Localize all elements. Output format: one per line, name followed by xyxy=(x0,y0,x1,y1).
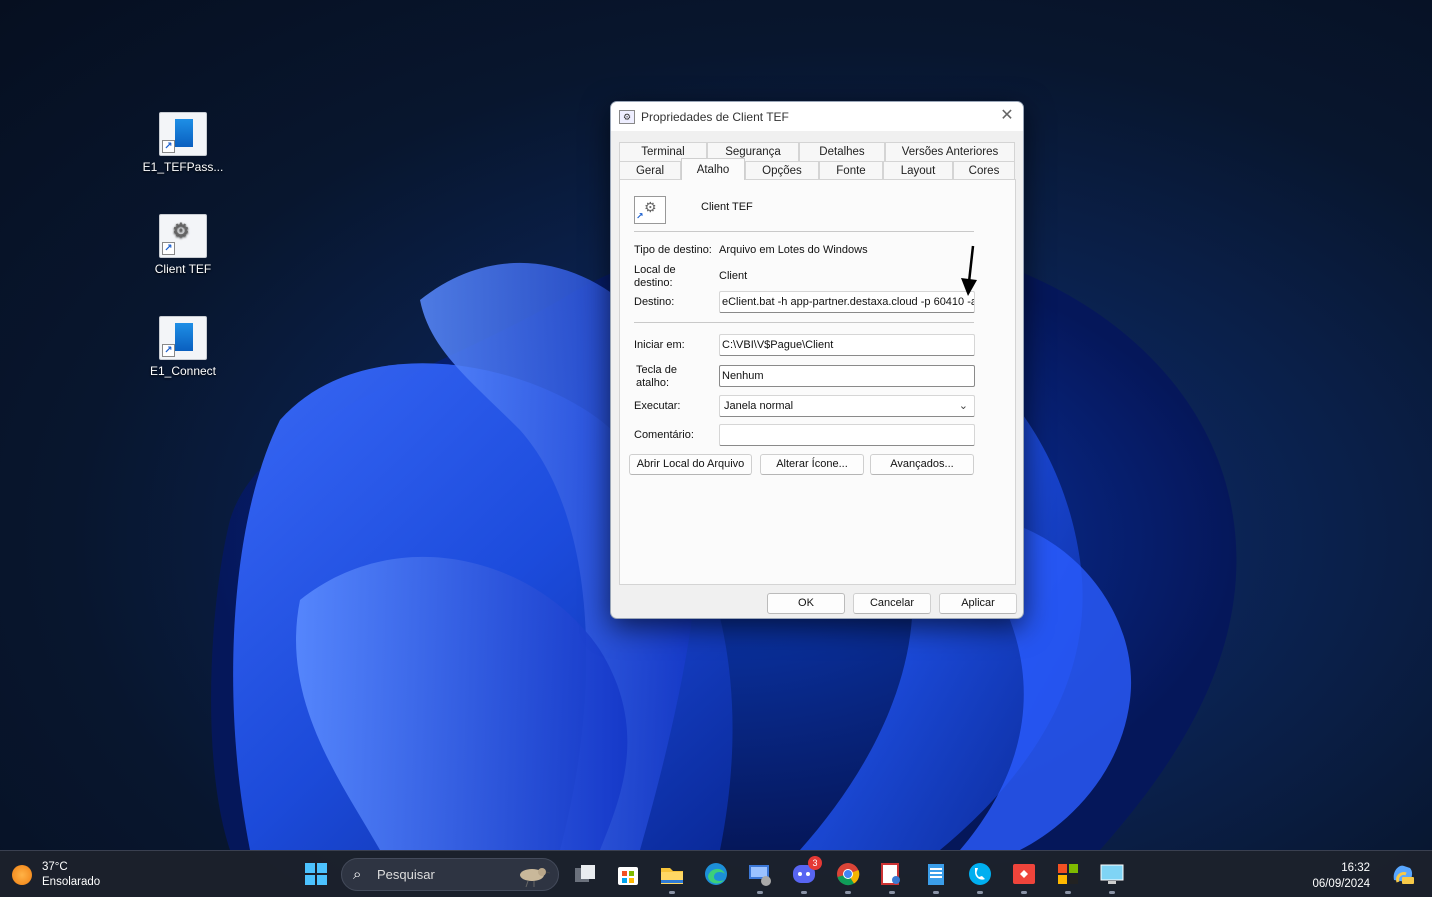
annotation-arrow-icon xyxy=(961,245,977,296)
skype-icon[interactable] xyxy=(966,860,994,888)
cancel-button[interactable]: Cancelar xyxy=(853,593,931,614)
target-location-label: Local de destino: xyxy=(634,264,676,289)
chrome-icon[interactable] xyxy=(834,860,862,888)
running-indicator xyxy=(1065,891,1071,894)
desktop-icon-client-tef[interactable]: ⚙ ↗ Client TEF xyxy=(138,214,228,276)
solitaire-icon[interactable] xyxy=(1054,860,1082,888)
taskbar: 37°C Ensolarado ⌕ Pesquisar 3 16:32 06/0… xyxy=(0,850,1432,897)
remote-desktop-icon[interactable] xyxy=(746,860,774,888)
divider xyxy=(634,322,974,323)
search-box[interactable]: ⌕ Pesquisar xyxy=(341,858,559,891)
tab-detalhes[interactable]: Detalhes xyxy=(799,142,885,161)
weather-widget[interactable]: 37°C Ensolarado xyxy=(12,860,100,890)
tab-row-1: Terminal Segurança Detalhes Versões Ante… xyxy=(619,142,1015,161)
windows-start-icon[interactable] xyxy=(302,860,330,888)
advanced-button[interactable]: Avançados... xyxy=(870,454,974,475)
desktop-icon-e1-tefpass[interactable]: ↗ E1_TEFPass... xyxy=(138,112,228,174)
run-label: Executar: xyxy=(634,400,681,412)
start-in-field[interactable]: C:\VBI\V$Pague\Client xyxy=(719,334,975,356)
target-location-value: Client xyxy=(719,270,748,282)
weather-desc: Ensolarado xyxy=(42,876,101,888)
properties-dialog: ⚙ Propriedades de Client TEF ✕ Terminal … xyxy=(610,101,1024,619)
change-icon-button[interactable]: Alterar Ícone... xyxy=(760,454,864,475)
shortcut-gear-icon: ⚙ ↗ xyxy=(159,214,207,258)
running-indicator xyxy=(977,891,983,894)
ok-button[interactable]: OK xyxy=(767,593,845,614)
shortcut-name: Client TEF xyxy=(701,201,753,213)
discord-notification-badge: 3 xyxy=(808,856,822,870)
sun-icon xyxy=(12,865,32,885)
desktop-icon-label: E1_Connect xyxy=(149,364,217,378)
comment-field[interactable] xyxy=(719,424,975,446)
run-select[interactable]: Janela normal ⌄ xyxy=(719,395,975,417)
shortcut-blue-icon: ↗ xyxy=(159,316,207,360)
run-select-value: Janela normal xyxy=(724,400,794,412)
copilot-icon[interactable] xyxy=(1388,860,1416,888)
notepad-icon[interactable] xyxy=(922,860,950,888)
search-icon: ⌕ xyxy=(353,866,362,883)
tab-row-2: Geral Atalho Opções Fonte Layout Cores xyxy=(619,158,1015,180)
divider xyxy=(634,231,974,232)
comment-label: Comentário: xyxy=(634,429,694,441)
search-placeholder: Pesquisar xyxy=(377,867,435,882)
file-explorer-icon[interactable] xyxy=(658,860,686,888)
chevron-down-icon: ⌄ xyxy=(958,400,968,412)
running-indicator xyxy=(933,891,939,894)
open-file-location-button[interactable]: Abrir Local do Arquivo xyxy=(629,454,752,475)
anydesk-icon[interactable] xyxy=(1010,860,1038,888)
edge-icon[interactable] xyxy=(702,860,730,888)
shortcut-gear-icon: ⚙ ↗ xyxy=(634,196,666,224)
weather-temp: 37°C xyxy=(42,861,68,873)
running-indicator xyxy=(1109,891,1115,894)
apply-button[interactable]: Aplicar xyxy=(939,593,1017,614)
running-indicator xyxy=(1021,891,1027,894)
running-indicator xyxy=(889,891,895,894)
tab-opcoes[interactable]: Opções xyxy=(745,161,819,180)
running-indicator xyxy=(845,891,851,894)
desktop-icon-label: E1_TEFPass... xyxy=(142,160,224,174)
running-indicator xyxy=(801,891,807,894)
shortcut-key-label: Tecla de atalho: xyxy=(636,364,677,389)
running-indicator xyxy=(669,891,675,894)
target-label: Destino: xyxy=(634,296,675,308)
clock-time: 16:32 xyxy=(1341,862,1370,874)
app-icon: ⚙ xyxy=(619,109,635,124)
system-clock[interactable]: 16:32 06/09/2024 xyxy=(1312,860,1370,892)
tab-geral[interactable]: Geral xyxy=(619,161,681,180)
desktop-icon-e1-connect[interactable]: ↗ E1_Connect xyxy=(138,316,228,378)
clock-date: 06/09/2024 xyxy=(1312,878,1370,890)
dialog-title: Propriedades de Client TEF xyxy=(641,109,789,124)
close-icon[interactable]: ✕ xyxy=(997,106,1017,126)
microsoft-store-icon[interactable] xyxy=(614,860,642,888)
shortcut-key-field[interactable]: Nenhum xyxy=(719,365,975,387)
dialog-titlebar[interactable]: ⚙ Propriedades de Client TEF ✕ xyxy=(611,102,1023,131)
start-in-label: Iniciar em: xyxy=(634,339,685,351)
target-type-label: Tipo de destino: xyxy=(634,244,712,256)
bing-bird-icon xyxy=(520,868,550,887)
tab-layout[interactable]: Layout xyxy=(883,161,953,180)
running-indicator xyxy=(757,891,763,894)
shortcut-panel: ⚙ ↗ Client TEF Tipo de destino: Arquivo e… xyxy=(619,179,1016,585)
shortcut-blue-icon: ↗ xyxy=(159,112,207,156)
desktop-icon-label: Client TEF xyxy=(154,262,212,276)
target-type-value: Arquivo em Lotes do Windows xyxy=(719,244,868,256)
tab-fonte[interactable]: Fonte xyxy=(819,161,883,180)
network-monitor-icon[interactable] xyxy=(1098,860,1126,888)
target-field[interactable]: eClient.bat -h app-partner.destaxa.cloud… xyxy=(719,291,975,313)
tab-cores[interactable]: Cores xyxy=(953,161,1015,180)
task-view-icon[interactable] xyxy=(571,860,599,888)
snipping-tool-icon[interactable] xyxy=(878,860,906,888)
discord-icon[interactable]: 3 xyxy=(790,856,822,888)
tab-atalho[interactable]: Atalho xyxy=(681,158,745,180)
tab-versoes-anteriores[interactable]: Versões Anteriores xyxy=(885,142,1015,161)
